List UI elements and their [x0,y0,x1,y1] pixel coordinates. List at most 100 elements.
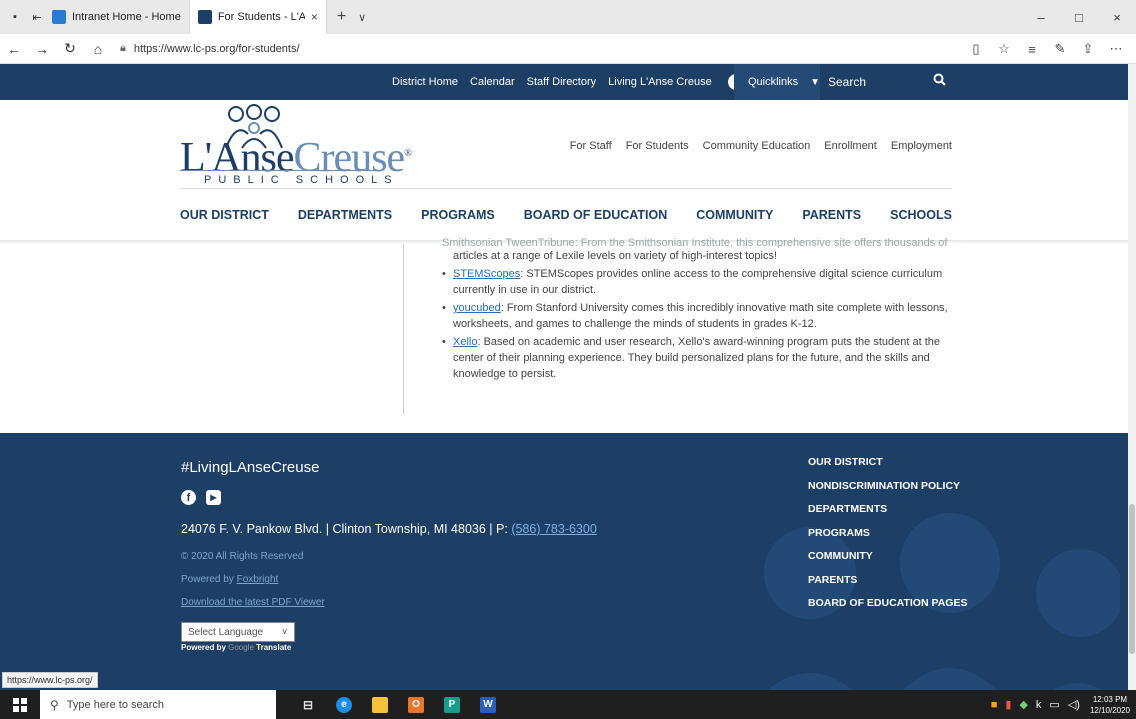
search-input[interactable]: Search [826,70,952,94]
youcubed-link[interactable]: youcubed [453,302,501,314]
site-footer: #LivingLAnseCreuse f ▶ 24076 F. V. Panko… [0,433,1128,690]
more-icon[interactable]: ⋯ [1102,41,1130,57]
tab-list-chevron-icon[interactable]: ∨ [358,11,366,24]
task-view-icon[interactable]: ⊟ [290,690,326,719]
chevron-down-icon: ∨ [281,626,288,636]
utility-link-living-lanse-creuse[interactable]: Living L'Anse Creuse [608,76,712,88]
main-nav-board-of-education[interactable]: BOARD OF EDUCATION [524,208,668,222]
bullet-icon: • [442,336,446,348]
tray-network-app-icon[interactable]: ◆ [1019,698,1027,711]
taskbar-search-input[interactable]: ⚲ Type here to search [40,690,276,719]
lcps-favicon-icon [197,10,212,24]
network-icon[interactable]: ▭ [1049,698,1059,711]
system-clock[interactable]: 12:03 PM 12/10/2020 [1090,694,1130,716]
youtube-icon[interactable]: ▶ [206,490,221,505]
list-item-text: : Based on academic and user research, X… [453,336,940,380]
tray-k-icon[interactable]: k [1036,699,1042,711]
forward-icon[interactable]: → [28,41,56,57]
utility-links: District Home Calendar Staff Directory L… [392,64,782,100]
nav-for-students[interactable]: For Students [626,140,689,152]
facebook-icon[interactable]: f [181,490,196,505]
phone-link[interactable]: (586) 783-6300 [511,522,596,536]
intranet-favicon-icon [52,10,66,24]
nav-enrollment[interactable]: Enrollment [824,140,877,152]
bullet-icon: • [442,302,446,314]
main-nav-community[interactable]: COMMUNITY [696,208,773,222]
main-nav-our-district[interactable]: OUR DISTRICT [180,208,269,222]
tab-for-students[interactable]: For Students - L'Anse C × [188,0,327,34]
page-viewport: District Home Calendar Staff Directory L… [0,64,1128,690]
xello-link[interactable]: Xello [453,336,477,348]
utility-link-district-home[interactable]: District Home [392,76,458,88]
main-nav: OUR DISTRICT DEPARTMENTS PROGRAMS BOARD … [180,208,952,222]
utility-link-staff-directory[interactable]: Staff Directory [527,76,597,88]
footer-link-nondiscrimination-policy[interactable]: NONDISCRIMINATION POLICY [808,475,967,499]
close-tab-icon[interactable]: × [311,10,318,24]
refresh-icon[interactable]: ↻ [56,40,84,57]
list-item-text: articles at a range of Lexile levels on … [453,250,778,262]
nav-employment[interactable]: Employment [891,140,952,152]
windows-start-icon[interactable] [0,690,40,719]
footer-link-departments[interactable]: DEPARTMENTS [808,498,967,522]
logo-divider [180,170,382,171]
word-icon[interactable]: W [470,690,506,719]
maximize-icon[interactable]: □ [1060,10,1098,25]
utility-link-calendar[interactable]: Calendar [470,76,515,88]
main-nav-programs[interactable]: PROGRAMS [421,208,495,222]
secondary-nav: For Staff For Students Community Educati… [556,140,952,152]
pdf-viewer-link[interactable]: Download the latest PDF Viewer [181,597,325,608]
scrollbar-thumb[interactable] [1129,504,1135,654]
window-controls: – □ × [1022,0,1136,34]
footer-link-community[interactable]: COMMUNITY [808,545,967,569]
home-icon[interactable]: ⌂ [84,41,112,57]
translate-word: Translate [253,643,292,652]
favorite-star-icon[interactable]: ☆ [990,41,1018,57]
stemscopes-link[interactable]: STEMScopes [453,268,520,280]
publisher-icon[interactable]: P [434,690,470,719]
reading-view-icon[interactable]: ▯ [962,41,990,57]
nav-community-education[interactable]: Community Education [703,140,811,152]
volume-icon[interactable]: ◁) [1068,698,1080,711]
footer-address: 24076 F. V. Pankow Blvd. | Clinton Towns… [181,522,597,536]
bullet-icon: • [442,268,446,280]
tray-app-icon[interactable]: ■ [991,699,998,711]
file-explorer-icon[interactable] [362,690,398,719]
powered-by: Powered by Foxbright [181,574,278,585]
outlook-icon[interactable]: O [398,690,434,719]
new-tab-icon[interactable]: + [337,8,346,26]
tab-actions-icon[interactable]: ⇤ [30,10,44,24]
main-nav-parents[interactable]: PARENTS [802,208,861,222]
header-divider [180,188,952,189]
language-select[interactable]: Select Language ∨ [181,622,295,642]
pen-icon[interactable]: ✎ [1046,41,1074,57]
close-window-icon[interactable]: × [1098,10,1136,25]
list-item: • STEMScopes: STEMScopes provides online… [442,266,952,298]
footer-link-programs[interactable]: PROGRAMS [808,522,967,546]
window-menu-icon[interactable]: ▪ [8,10,22,24]
main-nav-schools[interactable]: SCHOOLS [890,208,952,222]
back-icon[interactable]: ← [0,41,28,57]
tab-intranet-home[interactable]: Intranet Home - Home [44,0,189,34]
translate-prefix: Powered by [181,643,229,652]
page-scrollbar[interactable] [1128,64,1136,690]
share-icon[interactable]: ⇪ [1074,41,1102,57]
main-nav-departments[interactable]: DEPARTMENTS [298,208,392,222]
favorites-list-icon[interactable]: ≡ [1018,42,1046,57]
logo-subtitle: PUBLIC SCHOOLS [204,174,399,186]
google-logo-text: Google [228,643,254,652]
footer-link-parents[interactable]: PARENTS [808,569,967,593]
quicklinks-button[interactable]: Quicklinks ▼ [734,64,820,100]
list-item: • Xello: Based on academic and user rese… [442,334,952,382]
edge-browser-icon[interactable]: e [326,690,362,719]
taskbar-apps: ⊟ e O P W [290,690,506,719]
nav-for-staff[interactable]: For Staff [570,140,612,152]
footer-link-board-of-education-pages[interactable]: BOARD OF EDUCATION PAGES [808,592,967,616]
url-field[interactable]: 🔒︎ https://www.lc-ps.org/for-students/ [120,38,940,60]
minimize-icon[interactable]: – [1022,10,1060,25]
tray-p-icon[interactable]: ▮ [1005,698,1011,711]
district-logo[interactable]: L'AnseCreuse® PUBLIC SCHOOLS [180,102,412,192]
search-icon[interactable] [933,73,946,89]
foxbright-link[interactable]: Foxbright [237,574,279,585]
footer-link-our-district[interactable]: OUR DISTRICT [808,451,967,475]
pdf-viewer-line: Download the latest PDF Viewer [181,597,325,608]
